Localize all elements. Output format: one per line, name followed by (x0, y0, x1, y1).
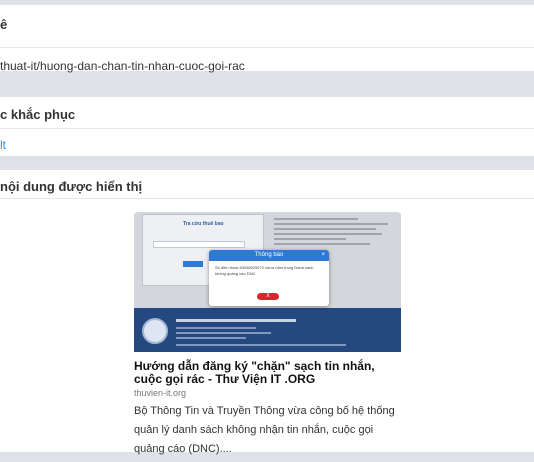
thumbnail-text-line (274, 233, 382, 235)
fix-link[interactable]: lt (0, 138, 6, 152)
url-panel-divider (0, 47, 534, 48)
thumbnail-notice-dialog: Thông báo × Số điện thoại 84938025972 ch… (209, 250, 329, 306)
preview-thumbnail[interactable]: Tra cứu thuê bao Thông báo × Số điện tho… (134, 212, 401, 352)
thumbnail-text-line (274, 223, 388, 225)
preview-panel-heading: nội dung được hiển thị (0, 179, 143, 194)
thumbnail-text-line (274, 228, 376, 230)
close-icon: × (321, 252, 325, 258)
fix-panel-heading: c khắc phục (0, 107, 76, 122)
dialog-header: Thông báo × (209, 250, 329, 261)
url-value: thuat-it/huong-dan-chan-tin-nhan-cuoc-go… (0, 59, 245, 73)
link-preview-card[interactable]: Tra cứu thuê bao Thông báo × Số điện tho… (134, 212, 401, 459)
footer-text-line (176, 327, 256, 329)
fix-panel-divider (0, 128, 534, 129)
preview-title[interactable]: Hướng dẫn đăng ký "chặn" sạch tin nhắn, … (134, 360, 401, 386)
thumbnail-text-line (274, 218, 358, 220)
thumbnail-text-block (274, 215, 394, 248)
footer-text-line (176, 344, 346, 346)
thumbnail-text-line (274, 238, 346, 240)
dialog-title: Thông báo (254, 252, 284, 258)
thumbnail-form-title: Tra cứu thuê bao (183, 221, 224, 227)
footer-text-line (176, 319, 296, 322)
dialog-button: X (257, 293, 279, 300)
preview-domain: thuvien-it.org (134, 388, 187, 398)
preview-description: Bộ Thông Tin và Truyền Thông vừa công bố… (134, 405, 395, 455)
url-panel-heading: ê (0, 17, 8, 32)
thumbnail-form-input (153, 241, 245, 248)
ministry-seal-icon (142, 318, 168, 344)
preview-panel-divider (0, 198, 534, 199)
dialog-message: Số điện thoại 84938025972 chưa nằm trong… (215, 265, 314, 276)
thumbnail-text-line (274, 243, 370, 245)
footer-text-line (176, 337, 246, 339)
fix-panel: c khắc phục lt (0, 97, 534, 156)
footer-text-line (176, 332, 271, 334)
thumbnail-form-button (183, 261, 203, 267)
url-panel: ê thuat-it/huong-dan-chan-tin-nhan-cuoc-… (0, 5, 534, 73)
preview-panel: nội dung được hiển thị Tra cứu thuê bao (0, 170, 534, 455)
thumbnail-footer (134, 308, 401, 352)
